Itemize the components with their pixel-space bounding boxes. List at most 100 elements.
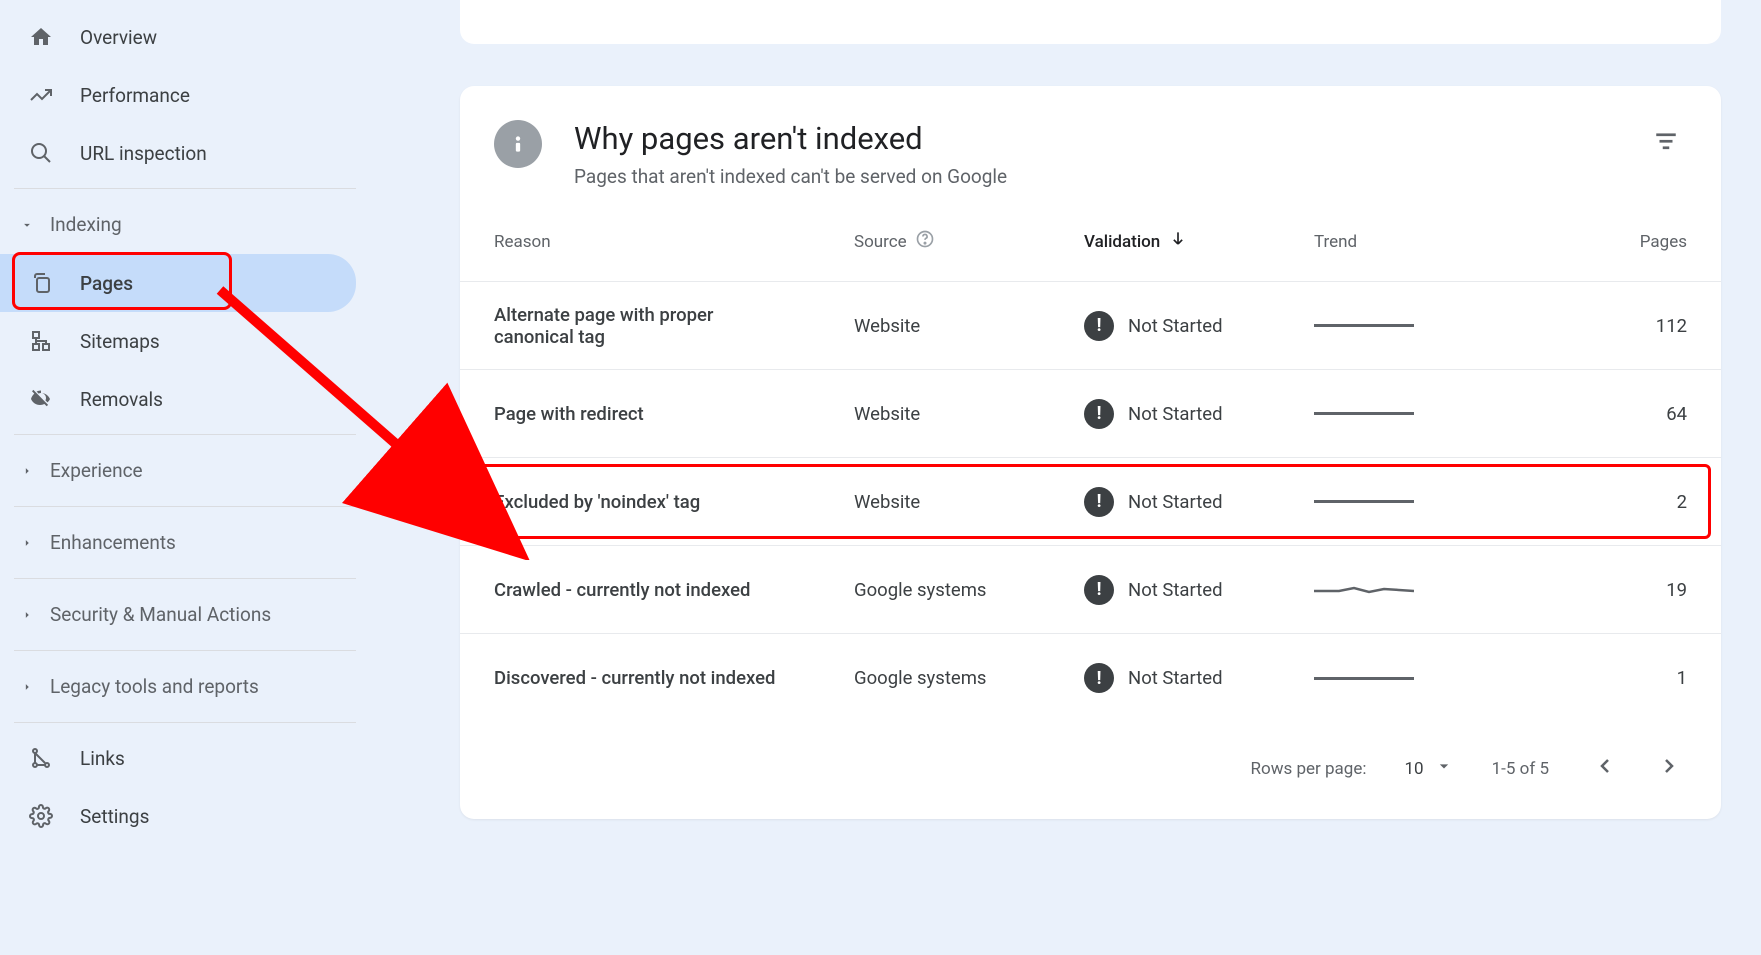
sidebar-section-legacy[interactable]: Legacy tools and reports [0,657,370,716]
table-row[interactable]: Discovered - currently not indexed Google… [460,634,1721,722]
reasons-table: Reason Source Validation Trend [460,202,1721,819]
cell-trend [1314,586,1504,594]
table-row[interactable]: Excluded by 'noindex' tag Website!Not Sta… [460,458,1721,546]
chevron-right-icon [18,464,36,478]
chevron-right-icon [18,680,36,694]
validation-label: Not Started [1128,403,1223,425]
cell-pages: 64 [1504,403,1687,425]
validation-label: Not Started [1128,579,1223,601]
sidebar-section-label: Indexing [50,213,122,236]
cell-source: Website [854,315,1084,337]
next-page-button[interactable] [1651,748,1687,789]
sidebar-section-indexing[interactable]: Indexing [0,195,370,254]
prev-page-button[interactable] [1587,748,1623,789]
cell-source: Website [854,403,1084,425]
table-row[interactable]: Crawled - currently not indexed Google sy… [460,546,1721,634]
validation-label: Not Started [1128,315,1223,337]
sidebar-item-removals[interactable]: Removals [0,370,370,428]
sidebar-item-label: URL inspection [80,142,207,165]
card-title: Why pages aren't indexed [574,120,1007,157]
col-reason[interactable]: Reason [494,232,854,252]
sidebar-item-label: Sitemaps [80,330,160,353]
sidebar-item-settings[interactable]: Settings [0,787,370,845]
table-row[interactable]: Alternate page with proper canonical tag… [460,282,1721,370]
sidebar-item-label: Links [80,747,125,770]
sidebar-item-sitemaps[interactable]: Sitemaps [0,312,370,370]
sidebar-section-security[interactable]: Security & Manual Actions [0,585,370,644]
table-header: Reason Source Validation Trend [460,202,1721,282]
sidebar-item-label: Removals [80,388,163,411]
reasons-card: Why pages aren't indexed Pages that aren… [460,86,1721,819]
chevron-down-icon [1434,756,1454,781]
col-source[interactable]: Source [854,229,1084,254]
status-not-started-icon: ! [1084,663,1114,693]
previous-card-edge [460,0,1721,44]
cell-reason: Discovered - currently not indexed [494,667,794,689]
sidebar-item-overview[interactable]: Overview [0,8,370,66]
divider [14,578,356,579]
cell-source: Google systems [854,667,1084,689]
cell-pages: 2 [1504,491,1687,513]
trend-sparkline [1314,586,1414,594]
cell-reason: Excluded by 'noindex' tag [494,491,794,513]
links-icon [28,745,54,771]
sitemap-icon [28,328,54,354]
sidebar-section-label: Security & Manual Actions [50,603,271,626]
cell-validation: ! Not Started [1084,663,1314,693]
cell-reason: Crawled - currently not indexed [494,579,794,601]
cell-pages: 112 [1504,315,1687,337]
sidebar-item-url-inspection[interactable]: URL inspection [0,124,370,182]
sidebar-section-experience[interactable]: Experience [0,441,370,500]
sidebar-section-enhancements[interactable]: Enhancements [0,513,370,572]
validation-label: Not Started [1128,667,1223,689]
info-icon [494,120,542,168]
rows-per-page-select[interactable]: 10 [1404,756,1453,781]
status-not-started-icon: ! [1084,311,1114,341]
trend-sparkline [1314,677,1414,680]
cell-source: Google systems [854,579,1084,601]
trending-up-icon [28,82,54,108]
card-subtitle: Pages that aren't indexed can't be serve… [574,165,1007,188]
table-footer: Rows per page: 10 1-5 of 5 [460,722,1721,819]
sidebar-item-performance[interactable]: Performance [0,66,370,124]
cell-source: Website [854,491,1084,513]
help-icon[interactable] [915,229,935,254]
validation-label: Not Started [1128,491,1223,513]
sidebar-section-label: Experience [50,459,143,482]
sidebar-item-label: Pages [80,272,133,295]
col-pages[interactable]: Pages [1504,232,1687,252]
gear-icon [28,803,54,829]
chevron-down-icon [18,218,36,232]
sidebar-section-label: Enhancements [50,531,176,554]
cell-pages: 19 [1504,579,1687,601]
cell-validation: !Not Started [1084,487,1314,517]
divider [14,506,356,507]
sidebar-item-label: Settings [80,805,149,828]
cell-reason: Page with redirect [494,403,794,425]
trend-sparkline [1314,500,1414,503]
sidebar-item-links[interactable]: Links [0,729,370,787]
col-trend[interactable]: Trend [1314,232,1504,252]
cell-trend [1314,412,1504,415]
trend-sparkline [1314,324,1414,327]
divider [14,722,356,723]
divider [14,434,356,435]
filter-button[interactable] [1645,120,1687,166]
trend-sparkline [1314,412,1414,415]
table-row[interactable]: Page with redirect Website! Not Started 64 [460,370,1721,458]
cell-reason: Alternate page with proper canonical tag [494,304,794,348]
visibility-off-icon [28,386,54,412]
status-not-started-icon: ! [1084,575,1114,605]
chevron-right-icon [18,536,36,550]
search-icon [28,140,54,166]
cell-validation: ! Not Started [1084,399,1314,429]
status-not-started-icon: ! [1084,399,1114,429]
pagination-range: 1-5 of 5 [1492,759,1549,779]
col-validation[interactable]: Validation [1084,229,1314,254]
cell-trend [1314,500,1504,503]
sidebar-item-pages[interactable]: Pages [0,254,356,312]
cell-trend [1314,324,1504,327]
sidebar-item-label: Overview [80,26,157,49]
sidebar-section-label: Legacy tools and reports [50,675,259,698]
cell-pages: 1 [1504,667,1687,689]
